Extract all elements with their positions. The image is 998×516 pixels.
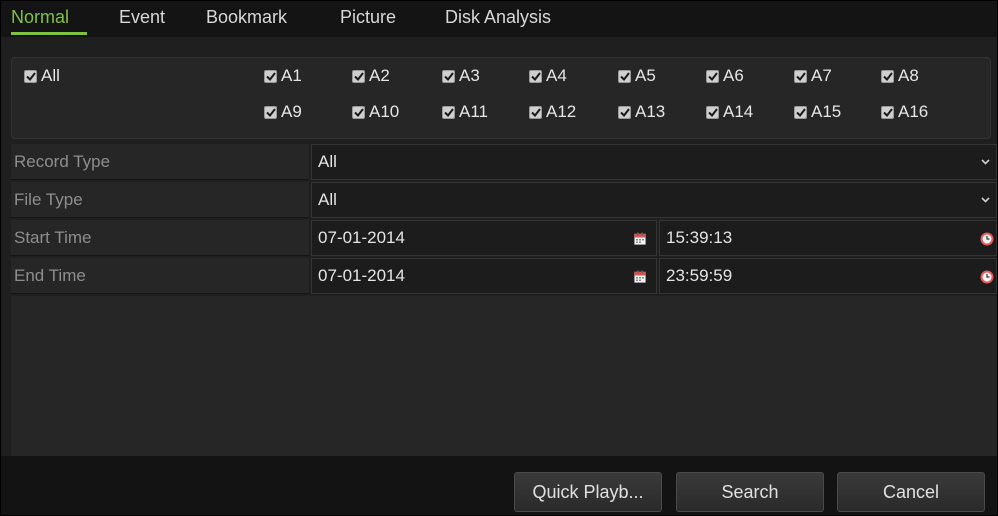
active-tab-indicator [11,32,87,35]
start-time-value: 15:39:13 [666,228,733,247]
checkmark-icon [352,105,365,119]
tab-event[interactable]: Event [119,7,165,28]
channel-a5-checkbox[interactable]: A5 [618,66,656,86]
start-date-field[interactable]: 07-01-2014 [311,220,657,256]
start-time-label: Start Time [11,220,309,256]
record-type-select[interactable]: All [311,144,997,180]
checkmark-icon [442,69,455,83]
start-date-value: 07-01-2014 [318,228,405,247]
checkmark-icon [794,105,807,119]
channel-a15-checkbox[interactable]: A15 [794,102,841,122]
channel-a10-checkbox[interactable]: A10 [352,102,399,122]
channel-label: A6 [723,66,744,85]
checkmark-icon [618,105,631,119]
checkmark-icon [618,69,631,83]
channel-label: A15 [811,102,842,121]
channel-a2-checkbox[interactable]: A2 [352,66,390,86]
start-time-row: Start Time 07-01-2014 15:39:13 [11,220,997,256]
chevron-down-icon [981,197,990,203]
playback-search-panel: Normal Event Bookmark Picture Disk Analy… [0,0,998,516]
checkmark-icon [529,69,542,83]
channel-label: A3 [459,66,480,85]
channel-label: A4 [546,66,567,85]
channel-label: All [41,66,60,85]
tab-normal[interactable]: Normal [11,7,69,28]
start-time-field[interactable]: 15:39:13 [659,220,997,256]
tab-bar: Normal Event Bookmark Picture Disk Analy… [1,1,997,37]
checkmark-icon [264,69,277,83]
checkmark-icon [264,105,277,119]
channel-all-checkbox[interactable]: All [24,66,60,86]
tab-picture[interactable]: Picture [340,7,396,28]
calendar-icon[interactable] [634,270,646,283]
end-date-field[interactable]: 07-01-2014 [311,258,657,294]
button-bar: Quick Playb... Search Cancel [1,456,997,515]
channel-a1-checkbox[interactable]: A1 [264,66,302,86]
calendar-icon[interactable] [634,232,646,245]
file-type-row: File Type All [11,182,997,218]
channel-selection: All A1 A2 A3 A4 A5 A6 A7 A8 A9 A10 A11 A… [11,57,991,139]
end-time-field[interactable]: 23:59:59 [659,258,997,294]
quick-playback-button[interactable]: Quick Playb... [514,472,662,512]
channel-label: A16 [898,102,929,121]
channel-label: A14 [723,102,754,121]
cancel-button[interactable]: Cancel [837,472,985,512]
channel-label: A5 [635,66,656,85]
checkmark-icon [881,69,894,83]
channel-a14-checkbox[interactable]: A14 [706,102,753,122]
channel-label: A2 [369,66,390,85]
checkmark-icon [24,69,37,83]
clock-icon[interactable] [980,270,994,284]
tab-disk-analysis[interactable]: Disk Analysis [445,7,551,28]
channel-a9-checkbox[interactable]: A9 [264,102,302,122]
end-time-label: End Time [11,258,309,294]
tab-bookmark[interactable]: Bookmark [206,7,287,28]
channel-label: A1 [281,66,302,85]
channel-a16-checkbox[interactable]: A16 [881,102,928,122]
checkmark-icon [352,69,365,83]
chevron-down-icon [981,159,990,165]
channel-a4-checkbox[interactable]: A4 [529,66,567,86]
channel-label: A13 [635,102,666,121]
channel-label: A11 [459,102,488,121]
checkmark-icon [706,69,719,83]
channel-label: A7 [811,66,832,85]
channel-a8-checkbox[interactable]: A8 [881,66,919,86]
channel-a13-checkbox[interactable]: A13 [618,102,665,122]
checkmark-icon [706,105,719,119]
channel-a6-checkbox[interactable]: A6 [706,66,744,86]
empty-content-area [11,296,997,456]
channel-label: A12 [546,102,577,121]
channel-a11-checkbox[interactable]: A11 [442,102,488,122]
clock-icon[interactable] [980,232,994,246]
channel-a7-checkbox[interactable]: A7 [794,66,832,86]
search-button[interactable]: Search [676,472,824,512]
channel-a12-checkbox[interactable]: A12 [529,102,576,122]
file-type-value: All [318,190,337,209]
end-date-value: 07-01-2014 [318,266,405,285]
checkmark-icon [442,105,455,119]
file-type-select[interactable]: All [311,182,997,218]
channel-label: A10 [369,102,400,121]
checkmark-icon [794,69,807,83]
channel-label: A9 [281,102,302,121]
channel-label: A8 [898,66,919,85]
checkmark-icon [881,105,894,119]
file-type-label: File Type [11,182,309,218]
end-time-row: End Time 07-01-2014 23:59:59 [11,258,997,294]
end-time-value: 23:59:59 [666,266,733,285]
record-type-label: Record Type [11,144,309,180]
channel-a3-checkbox[interactable]: A3 [442,66,480,86]
record-type-value: All [318,152,337,171]
record-type-row: Record Type All [11,144,997,180]
checkmark-icon [529,105,542,119]
